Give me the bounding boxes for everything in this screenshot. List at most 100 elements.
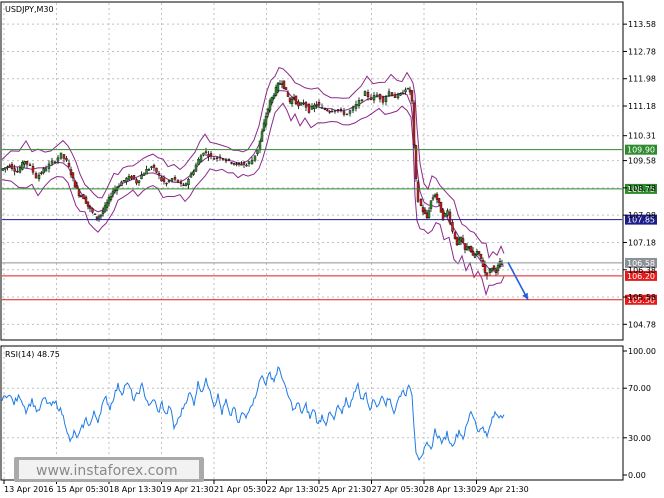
candle-body: [189, 173, 193, 178]
envelope-bands: [1, 66, 505, 297]
candle-body: [160, 176, 163, 182]
candle-body: [97, 216, 101, 219]
candle-body: [250, 159, 254, 165]
candle-body: [6, 166, 9, 168]
candle-body: [282, 80, 286, 89]
candle-body: [53, 161, 57, 164]
candle-body: [317, 102, 321, 106]
candle-body: [342, 111, 346, 115]
candle-body: [247, 161, 251, 165]
price-axis-ticks: 113.58 112.78 111.98 111.18 110.31 109.58 108.…: [623, 20, 656, 329]
candle-body: [117, 185, 121, 188]
candle-body: [162, 178, 166, 182]
candle-body: [363, 91, 367, 96]
candle-body: [262, 122, 266, 131]
candle-body: [111, 190, 115, 195]
candle-body: [276, 82, 280, 91]
candle-body: [494, 269, 498, 273]
candle-body: [490, 268, 494, 272]
candle-body: [245, 164, 248, 167]
candle-body: [284, 87, 288, 90]
candle-body: [230, 162, 233, 164]
candle-body: [481, 260, 485, 267]
candle-body: [165, 182, 168, 185]
candle-body: [396, 93, 400, 99]
candle-body: [13, 168, 16, 172]
candle-body: [297, 101, 300, 107]
candle-body: [390, 92, 394, 96]
price-tick-label: 112.78: [628, 47, 656, 56]
candle-body: [23, 161, 26, 165]
candle-body: [95, 216, 99, 219]
time-tick-label: 21 Apr 05:30: [214, 485, 266, 494]
candle-body: [406, 88, 410, 90]
candle-body: [142, 173, 146, 176]
candle-body: [315, 104, 318, 106]
candle-body: [272, 94, 276, 99]
time-tick-label: 28 Apr 13:30: [424, 485, 476, 494]
candle-body: [18, 167, 22, 173]
candle-body: [419, 199, 423, 206]
candle-body: [467, 246, 471, 248]
candle-body: [421, 207, 425, 213]
candle-body: [500, 263, 504, 266]
candle-body: [294, 95, 298, 105]
support-resistance-levels: 109.90108.75107.85106.58106.20105.50: [2, 144, 657, 305]
candle-body: [360, 99, 364, 101]
time-tick-label: 13 Apr 2016: [4, 485, 53, 494]
candle-body: [125, 177, 128, 182]
candle-body: [147, 169, 151, 171]
candle-body: [469, 246, 473, 252]
candle-body: [441, 209, 445, 221]
candle-body: [150, 166, 153, 168]
candle-body: [404, 89, 407, 93]
candle-body: [399, 93, 402, 96]
candle-body: [471, 250, 475, 256]
candle-body: [182, 184, 185, 187]
candle-body: [40, 172, 43, 175]
candle-body: [477, 251, 481, 254]
candle-body: [21, 162, 24, 170]
candle-body: [91, 208, 94, 213]
symbol-label: USDJPY,M30: [5, 5, 54, 14]
candle-body: [384, 96, 388, 102]
candle-body: [130, 176, 133, 179]
candle-body: [73, 180, 77, 188]
candle-body: [192, 171, 195, 175]
candle-body: [393, 94, 397, 98]
candle-body: [475, 251, 479, 255]
candle-body: [264, 115, 268, 126]
candles: [1, 80, 504, 280]
candle-body: [433, 194, 437, 198]
candle-body: [37, 174, 41, 180]
rsi-tick-label: 30.00: [628, 434, 651, 443]
candle-body: [65, 158, 68, 161]
candle-body: [237, 163, 241, 165]
candle-body: [408, 89, 412, 93]
candle-body: [431, 197, 435, 200]
candle-body: [8, 165, 11, 167]
candle-body: [207, 154, 210, 158]
forecast-arrow: [507, 261, 529, 301]
candle-body: [473, 254, 477, 258]
candle-body: [345, 113, 349, 116]
rsi-tick-label: 70.00: [628, 384, 651, 393]
candle-body: [47, 163, 51, 169]
candle-body: [286, 92, 290, 97]
candle-body: [381, 96, 385, 103]
candle-body: [44, 168, 48, 172]
candle-body: [232, 163, 236, 165]
candle-body: [122, 180, 126, 182]
candle-body: [256, 150, 259, 155]
candle-body: [155, 167, 158, 173]
candle-body: [240, 164, 243, 166]
candle-body: [313, 104, 316, 110]
price-grid: [2, 3, 622, 339]
candle-body: [135, 179, 138, 184]
candle-body: [357, 100, 361, 106]
candle-body: [455, 236, 459, 246]
candle-body: [75, 185, 79, 189]
candle-body: [50, 160, 54, 164]
watermark-text: www.instaforex.com: [36, 463, 178, 479]
candle-body: [16, 170, 19, 173]
